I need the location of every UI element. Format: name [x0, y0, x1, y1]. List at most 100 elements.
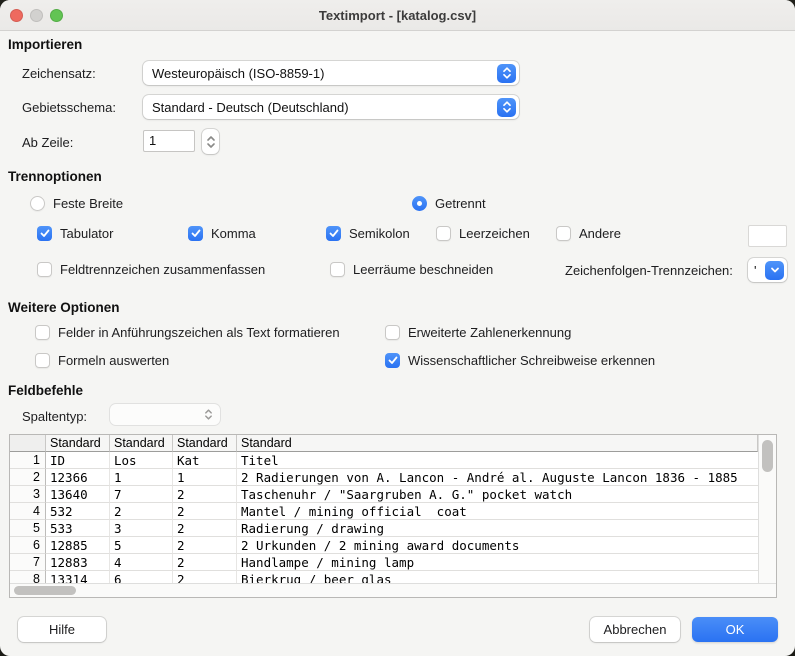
zoom-icon[interactable] [50, 9, 63, 22]
string-delimiter-combo[interactable]: ' [748, 258, 787, 282]
table-row[interactable]: 71288342Handlampe / mining lamp [10, 554, 758, 571]
other-separator-input[interactable] [748, 225, 787, 247]
table-cell: 2 [173, 520, 237, 537]
table-cell: 5 [110, 537, 173, 554]
table-header-row: StandardStandardStandardStandard [10, 435, 758, 452]
vertical-scrollbar[interactable] [758, 435, 776, 583]
table-cell: 2 [110, 503, 173, 520]
column-header-cell: Standard [46, 435, 110, 452]
table-row[interactable]: 453222Mantel / mining official coat [10, 503, 758, 520]
checkbox-leerraeume-beschneiden[interactable]: Leerräume beschneiden [330, 261, 493, 277]
from-row-input[interactable]: 1 [143, 130, 195, 152]
checkmark-icon [35, 325, 50, 340]
table-cell: Radierung / drawing [237, 520, 758, 537]
table-cell: Bierkrug / beer glas [237, 571, 758, 583]
locale-value: Standard - Deutsch (Deutschland) [143, 100, 497, 115]
preview-table-body: StandardStandardStandardStandard1IDLosKa… [10, 435, 758, 583]
charset-label: Zeichensatz: [22, 66, 96, 81]
checkmark-icon [556, 226, 571, 241]
checkmark-icon [188, 226, 203, 241]
locale-label: Gebietsschema: [22, 100, 116, 115]
close-icon[interactable] [10, 9, 23, 22]
checkbox-formeln-auswerten[interactable]: Formeln auswerten [35, 352, 169, 368]
table-row[interactable]: 31364072Taschenuhr / "Saargruben A. G." … [10, 486, 758, 503]
window-title: Textimport - [katalog.csv] [319, 8, 476, 23]
checkbox-semikolon[interactable]: Semikolon [326, 225, 410, 241]
help-button[interactable]: Hilfe [18, 617, 106, 642]
updown-chevrons-icon [206, 134, 216, 150]
table-cell: Taschenuhr / "Saargruben A. G." pocket w… [237, 486, 758, 503]
radio-icon [412, 196, 427, 211]
textimport-dialog: Textimport - [katalog.csv] Importieren Z… [0, 0, 795, 656]
table-cell: Los [110, 452, 173, 469]
horizontal-scrollbar[interactable] [10, 583, 776, 597]
updown-chevrons-icon [497, 64, 516, 83]
table-cell: 1 [10, 452, 46, 469]
table-cell: 4 [110, 554, 173, 571]
chevron-down-icon [765, 261, 784, 280]
table-cell: 2 [173, 571, 237, 583]
checkbox-komma[interactable]: Komma [188, 225, 256, 241]
section-weitere-optionen: Weitere Optionen [8, 300, 120, 315]
checkbox-wissenschaftliche-schreibweise[interactable]: Wissenschaftlicher Schreibweise erkennen [385, 352, 655, 368]
table-cell: 12366 [46, 469, 110, 486]
table-cell: 6 [10, 537, 46, 554]
column-type-select[interactable] [110, 404, 220, 425]
radio-getrennt[interactable]: Getrennt [412, 195, 486, 211]
table-cell: 3 [110, 520, 173, 537]
section-trennoptionen: Trennoptionen [8, 169, 102, 184]
checkbox-tabulator[interactable]: Tabulator [37, 225, 113, 241]
charset-select[interactable]: Westeuropäisch (ISO-8859-1) [143, 61, 519, 85]
title-bar[interactable]: Textimport - [katalog.csv] [0, 0, 795, 31]
table-cell: 5 [10, 520, 46, 537]
checkmark-icon [385, 325, 400, 340]
updown-chevrons-icon [497, 98, 516, 117]
checkmark-icon [436, 226, 451, 241]
table-cell: 12885 [46, 537, 110, 554]
checkbox-andere[interactable]: Andere [556, 225, 621, 241]
preview-table: StandardStandardStandardStandard1IDLosKa… [10, 435, 776, 597]
vertical-scrollbar-thumb[interactable] [762, 440, 773, 472]
from-row-stepper[interactable] [202, 129, 219, 154]
from-row-label: Ab Zeile: [22, 135, 73, 150]
table-row[interactable]: 612885522 Urkunden / 2 mining award docu… [10, 537, 758, 554]
table-cell: 533 [46, 520, 110, 537]
table-row[interactable]: 81331462Bierkrug / beer glas [10, 571, 758, 583]
charset-value: Westeuropäisch (ISO-8859-1) [143, 66, 497, 81]
table-cell: Mantel / mining official coat [237, 503, 758, 520]
table-cell: 2 [173, 486, 237, 503]
table-cell: 8 [10, 571, 46, 583]
table-row[interactable]: 553332Radierung / drawing [10, 520, 758, 537]
string-delimiter-label: Zeichenfolgen-Trennzeichen: [565, 263, 733, 278]
string-delimiter-value: ' [748, 263, 765, 278]
cancel-button[interactable]: Abbrechen [590, 617, 680, 642]
table-row[interactable]: 212366112 Radierungen von A. Lancon - An… [10, 469, 758, 486]
table-cell: Handlampe / mining lamp [237, 554, 758, 571]
table-cell: 1 [173, 469, 237, 486]
table-cell: 12883 [46, 554, 110, 571]
checkbox-felder-als-text[interactable]: Felder in Anführungszeichen als Text for… [35, 324, 340, 340]
ok-button[interactable]: OK [692, 617, 778, 642]
radio-feste-breite[interactable]: Feste Breite [30, 195, 123, 211]
table-cell: 2 Radierungen von A. Lancon - André al. … [237, 469, 758, 486]
checkbox-erweiterte-zahlenerkennung[interactable]: Erweiterte Zahlenerkennung [385, 324, 571, 340]
checkbox-feldtrennzeichen-zusammenfassen[interactable]: Feldtrennzeichen zusammenfassen [37, 261, 265, 277]
checkmark-icon [35, 353, 50, 368]
column-header-cell: Standard [237, 435, 758, 452]
minimize-icon[interactable] [30, 9, 43, 22]
locale-select[interactable]: Standard - Deutsch (Deutschland) [143, 95, 519, 119]
radio-icon [30, 196, 45, 211]
table-cell: 4 [10, 503, 46, 520]
table-cell: 2 [173, 503, 237, 520]
table-cell: 13314 [46, 571, 110, 583]
column-header-cell: Standard [173, 435, 237, 452]
table-cell: 2 [10, 469, 46, 486]
table-cell: 3 [10, 486, 46, 503]
checkmark-icon [326, 226, 341, 241]
horizontal-scrollbar-thumb[interactable] [14, 586, 76, 595]
checkmark-icon [37, 262, 52, 277]
table-cell: 13640 [46, 486, 110, 503]
checkbox-leerzeichen[interactable]: Leerzeichen [436, 225, 530, 241]
table-cell: ID [46, 452, 110, 469]
table-row[interactable]: 1IDLosKatTitel [10, 452, 758, 469]
